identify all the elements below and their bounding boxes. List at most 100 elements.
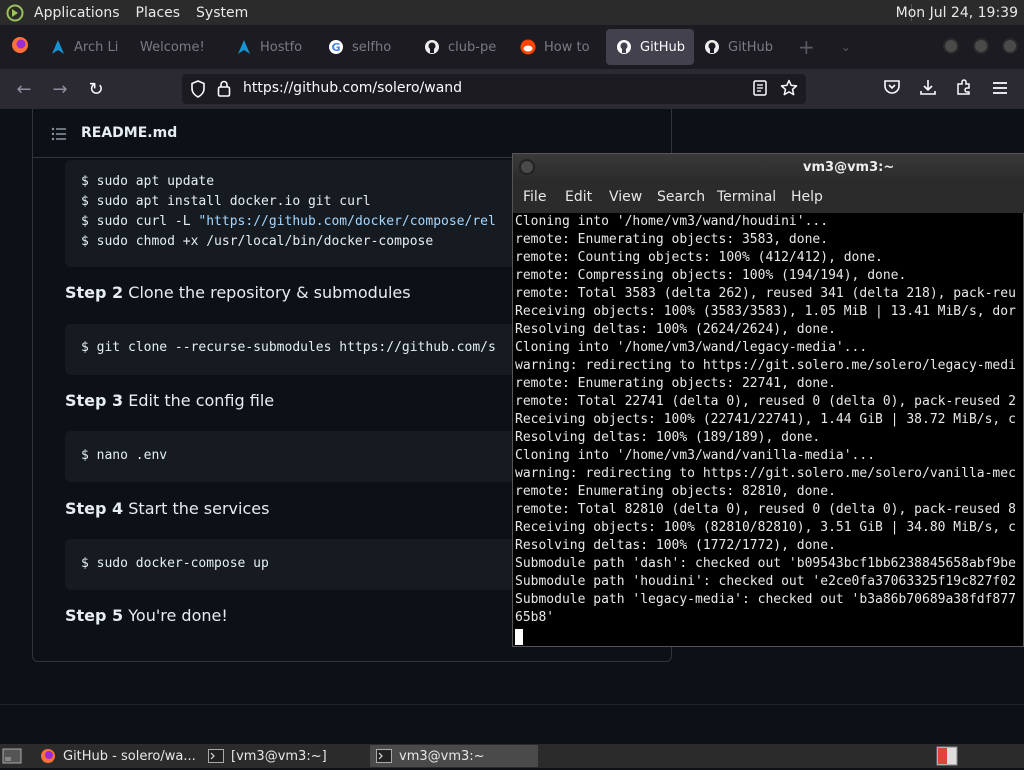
url-text[interactable]: https://github.com/solero/wand: [243, 80, 462, 96]
readme-title[interactable]: README.md: [81, 125, 177, 141]
task-firefox[interactable]: GitHub - solero/wa...: [34, 745, 202, 767]
navigation-bar: ← → ↻ https://github.com/solero/wand: [0, 69, 1024, 109]
menu-search[interactable]: Search: [657, 189, 705, 205]
step-4-heading: Step 4 Start the services: [65, 499, 269, 518]
code-line: $ nano .env: [81, 448, 168, 463]
terminal-line: remote: Total 22741 (delta 0), reused 0 …: [515, 394, 1016, 409]
code-line: $ sudo chmod +x /usr/local/bin/docker-co…: [81, 234, 434, 249]
new-tab-icon[interactable]: +: [798, 35, 815, 59]
close-window-icon[interactable]: [1002, 38, 1018, 54]
terminal-line: remote: Enumerating objects: 3583, done.: [515, 232, 829, 247]
window-menu-icon[interactable]: [519, 159, 535, 175]
distro-logo-icon[interactable]: [4, 2, 26, 24]
tab-selfhost[interactable]: G selfho: [318, 29, 414, 65]
terminal-output[interactable]: Cloning into '/home/vm3/wand/houdini'...…: [515, 213, 1023, 646]
app-menu-button[interactable]: [988, 77, 1012, 101]
terminal-line: Submodule path 'legacy-media': checked o…: [515, 592, 1016, 607]
applications-menu[interactable]: Applications: [26, 0, 128, 25]
shield-icon[interactable]: [190, 80, 206, 102]
list-tabs-icon[interactable]: ⌄: [841, 40, 851, 54]
minimize-window-icon[interactable]: [943, 38, 959, 54]
terminal-line: Submodule path 'dash': checked out 'b095…: [515, 556, 1016, 571]
bookmark-star-icon[interactable]: [780, 79, 798, 101]
menu-view[interactable]: View: [609, 189, 642, 205]
system-menu[interactable]: System: [188, 0, 256, 25]
firefox-icon: [11, 36, 29, 58]
google-icon: G: [328, 39, 344, 55]
code-text: $ sudo curl -L: [81, 214, 199, 229]
task-terminal-1[interactable]: [vm3@vm3:~]: [202, 745, 370, 767]
terminal-line: remote: Total 82810 (delta 0), reused 0 …: [515, 502, 1016, 517]
code-line: $ sudo apt install docker.io git curl: [81, 194, 371, 209]
url-bar[interactable]: https://github.com/solero/wand: [182, 74, 806, 104]
back-button[interactable]: ←: [12, 77, 36, 101]
tab-github[interactable]: GitHub: [694, 29, 790, 65]
reader-view-icon[interactable]: [753, 80, 767, 100]
workspace-switcher-icon[interactable]: [936, 746, 958, 770]
step-text: Start the services: [123, 499, 270, 518]
terminal-line: remote: Enumerating objects: 22741, done…: [515, 376, 836, 391]
tab-label: Hostfo: [260, 39, 303, 55]
menu-help[interactable]: Help: [791, 189, 823, 205]
terminal-cursor: [515, 629, 523, 645]
downloads-button[interactable]: [916, 77, 940, 101]
step-2-heading: Step 2 Clone the repository & submodules: [65, 283, 411, 302]
tab-label: GitHub: [728, 39, 774, 55]
menu-edit[interactable]: Edit: [565, 189, 592, 205]
footer-divider: [0, 704, 1024, 705]
reload-button[interactable]: ↻: [84, 77, 108, 101]
extensions-button[interactable]: [952, 77, 976, 101]
terminal-icon: [208, 748, 224, 764]
menu-terminal[interactable]: Terminal: [717, 189, 776, 205]
top-panel: Applications Places System Mon Jul 24, 1…: [0, 0, 1024, 25]
maximize-window-icon[interactable]: [973, 38, 989, 54]
terminal-titlebar[interactable]: vm3@vm3:~: [513, 154, 1024, 182]
tab-github-active[interactable]: GitHub ✕: [606, 29, 694, 65]
terminal-line: remote: Compressing objects: 100% (194/1…: [515, 268, 907, 283]
outline-list-icon[interactable]: [51, 126, 67, 145]
github-icon: [616, 39, 632, 55]
terminal-line: 65b8': [515, 610, 555, 625]
step-label: Step 3: [65, 391, 124, 410]
terminal-line: Resolving deltas: 100% (2624/2624), done…: [515, 322, 836, 337]
arrow-left-icon: ←: [16, 78, 32, 100]
tab-arch-linux[interactable]: Arch Li: [40, 29, 130, 65]
tab-welcome[interactable]: Welcome!: [130, 29, 226, 65]
terminal-line: remote: Counting objects: 100% (412/412)…: [515, 250, 883, 265]
terminal-line: Receiving objects: 100% (22741/22741), 1…: [515, 412, 1016, 427]
code-string: "https://github.com/docker/compose/rel: [198, 214, 496, 229]
tab-club-penguin[interactable]: club-pe: [414, 29, 510, 65]
step-text: Edit the config file: [123, 391, 275, 410]
tab-how-to[interactable]: How to: [510, 29, 606, 65]
arch-icon: [50, 39, 66, 55]
tab-label: GitHub: [640, 39, 686, 55]
firefox-icon: [40, 748, 56, 764]
terminal-line: Submodule path 'houdini': checked out 'e…: [515, 574, 1016, 589]
show-desktop-icon[interactable]: [2, 748, 22, 768]
svg-text:G: G: [331, 41, 340, 54]
terminal-line: Receiving objects: 100% (82810/82810), 3…: [515, 520, 1016, 535]
puzzle-icon: [955, 78, 973, 101]
forward-button[interactable]: →: [48, 77, 72, 101]
pocket-icon: [883, 78, 901, 101]
step-label: Step 4: [65, 499, 124, 518]
places-menu[interactable]: Places: [128, 0, 189, 25]
terminal-title: vm3@vm3:~: [803, 160, 895, 175]
step-label: Step 2: [65, 283, 124, 302]
task-terminal-2[interactable]: vm3@vm3:~: [370, 745, 538, 767]
github-icon: [424, 39, 440, 55]
terminal-window[interactable]: vm3@vm3:~ File Edit View Search Terminal…: [512, 153, 1024, 647]
terminal-line: Cloning into '/home/vm3/wand/houdini'...: [515, 214, 829, 229]
terminal-line: remote: Total 3583 (delta 262), reused 3…: [515, 286, 1016, 301]
pocket-button[interactable]: [880, 77, 904, 101]
menu-file[interactable]: File: [523, 189, 546, 205]
tab-hostfo[interactable]: Hostfo: [226, 29, 318, 65]
tab-label: How to: [544, 39, 590, 55]
step-text: You're done!: [123, 606, 228, 625]
hamburger-icon: [992, 79, 1008, 100]
tab-label: club-pe: [448, 39, 497, 55]
clock[interactable]: Mon Jul 24, 19:39: [896, 0, 1018, 25]
lock-icon[interactable]: [217, 80, 231, 101]
firefox-view-button[interactable]: [0, 29, 40, 65]
terminal-line: warning: redirecting to https://git.sole…: [515, 358, 1016, 373]
